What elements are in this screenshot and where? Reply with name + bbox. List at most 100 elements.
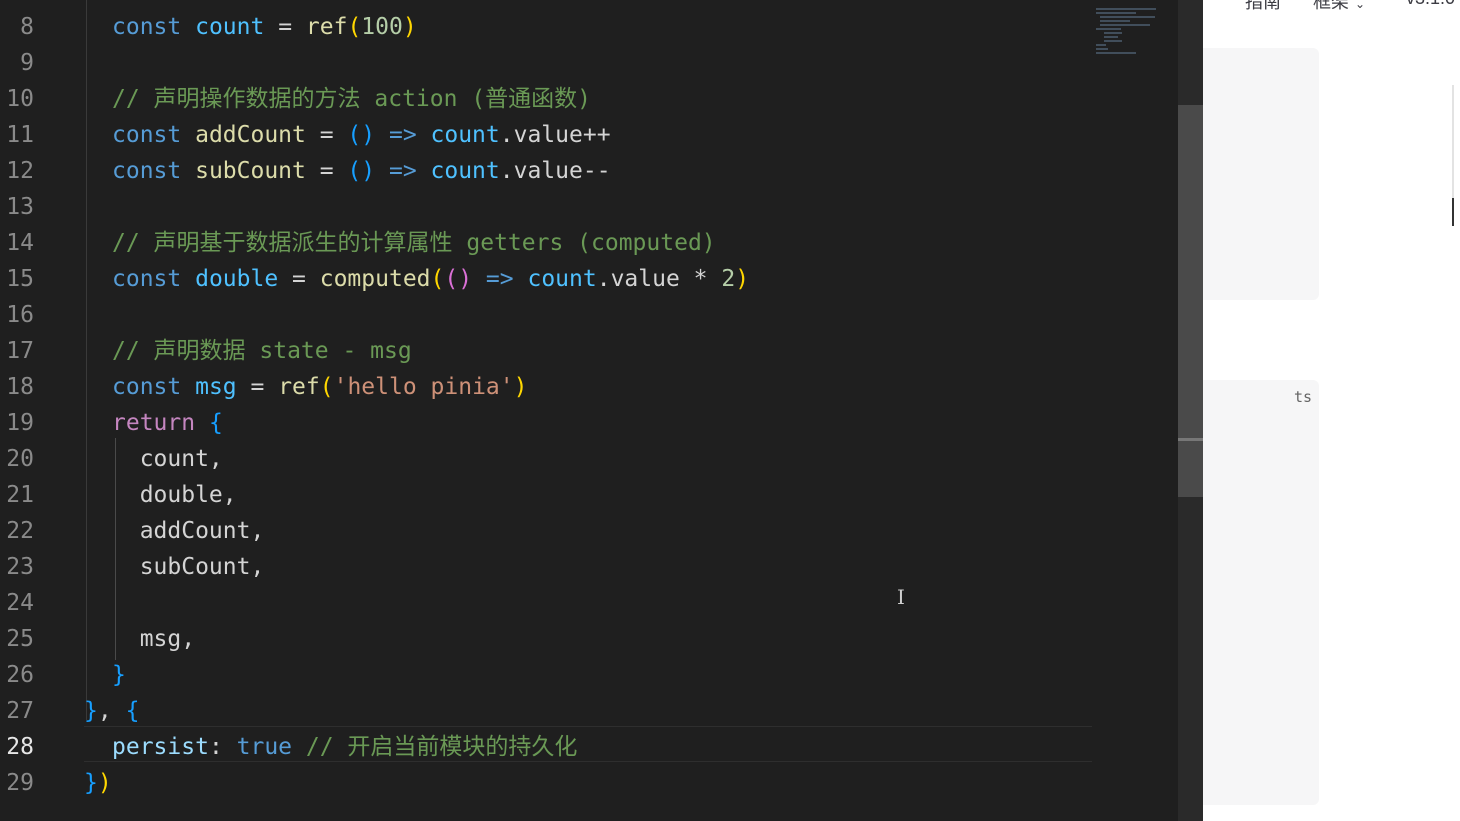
code-token: subCount <box>195 158 306 184</box>
code-line[interactable]: const count = ref(100) <box>112 9 417 45</box>
code-token: // 声明基于数据派生的计算属性 getters (computed) <box>112 230 716 256</box>
code-token: .value++ <box>499 122 611 148</box>
code-token: double, <box>112 482 237 508</box>
code-token: subCount, <box>112 554 265 580</box>
line-number: 27 <box>6 698 34 724</box>
minimap-line <box>1104 40 1122 42</box>
code-token: msg, <box>112 626 196 652</box>
code-token: } <box>112 662 126 688</box>
line-number: 28 <box>6 734 34 760</box>
line-number: 21 <box>6 482 34 508</box>
code-line[interactable]: // 声明操作数据的方法 action (普通函数) <box>112 81 591 117</box>
line-number: 12 <box>6 158 34 184</box>
code-line[interactable]: count, <box>112 441 223 477</box>
nav-framework-menu[interactable]: 框架 ⌄ <box>1313 0 1365 14</box>
code-token: .value * <box>596 266 722 292</box>
code-token: = <box>264 14 306 40</box>
code-token: ) <box>735 266 750 292</box>
code-token: => <box>375 122 431 148</box>
line-number: 22 <box>6 518 34 544</box>
line-number: 29 <box>6 770 34 796</box>
minimap-line <box>1096 8 1156 10</box>
scrollbar-position-marker <box>1178 438 1203 441</box>
code-token: ref <box>278 374 320 400</box>
code-token: const <box>112 14 196 40</box>
minimap-line <box>1100 20 1130 22</box>
code-token: { <box>208 410 223 436</box>
code-token: 2 <box>721 266 736 292</box>
code-token: const <box>112 158 196 184</box>
code-line[interactable]: const double = computed(() => count.valu… <box>112 261 749 297</box>
code-token: ) <box>97 770 112 796</box>
code-token: = <box>305 158 348 184</box>
code-token: => <box>472 266 528 292</box>
chevron-down-icon: ⌄ <box>1355 0 1366 11</box>
minimap-line <box>1100 16 1155 18</box>
line-number: 11 <box>6 122 34 148</box>
code-token: count, <box>112 446 223 472</box>
code-token: count <box>430 122 500 148</box>
code-token: count <box>527 266 597 292</box>
code-line[interactable]: }) <box>84 765 112 801</box>
code-token: true <box>236 734 293 760</box>
line-number: 10 <box>6 86 34 112</box>
code-token: () <box>347 158 376 184</box>
code-token: } <box>84 698 98 724</box>
code-token: const <box>112 122 196 148</box>
minimap-line <box>1096 52 1136 54</box>
code-line[interactable]: const msg = ref('hello pinia') <box>112 369 527 405</box>
code-line[interactable]: addCount, <box>112 513 265 549</box>
code-token: // 开启当前模块的持久化 <box>292 734 578 760</box>
code-line[interactable]: } <box>112 657 126 693</box>
line-number-gutter: 8 9 10 11 12 13 14 15 16 17 18 19 20 21 22 23 24 25 26 27 28… <box>0 0 70 821</box>
code-line[interactable]: return { <box>112 405 223 441</box>
code-area[interactable]: const count = ref(100) // 声明操作数据的方法 actio… <box>84 0 1094 821</box>
code-token: = <box>305 122 348 148</box>
code-token: computed <box>319 266 431 292</box>
code-token: addCount <box>195 122 306 148</box>
minimap-line <box>1096 12 1136 14</box>
code-line[interactable]: }, { <box>84 693 139 729</box>
code-line[interactable]: persist: true // 开启当前模块的持久化 <box>112 729 577 765</box>
code-line[interactable]: const addCount = () => count.value++ <box>112 117 611 153</box>
line-number: 8 <box>20 14 34 40</box>
line-number: 23 <box>6 554 34 580</box>
line-number: 20 <box>6 446 34 472</box>
code-editor[interactable]: 8 9 10 11 12 13 14 15 16 17 18 19 20 21 22 23 24 25 26 27 28… <box>0 0 1203 821</box>
code-token: ref <box>305 14 348 40</box>
code-token: persist <box>112 734 209 760</box>
nav-version-menu[interactable]: v3.1.0 <box>1406 0 1455 9</box>
code-line[interactable]: // 声明数据 state - msg <box>112 333 412 369</box>
minimap-line <box>1100 24 1150 26</box>
code-token: count <box>195 14 265 40</box>
code-token: const <box>112 374 196 400</box>
line-number: 14 <box>6 230 34 256</box>
code-token: ( <box>319 374 334 400</box>
code-token: count <box>430 158 500 184</box>
line-number: 16 <box>6 302 34 328</box>
code-line[interactable]: const subCount = () => count.value-- <box>112 153 611 189</box>
minimap-line <box>1096 44 1106 46</box>
code-token: // 声明操作数据的方法 action (普通函数) <box>112 86 592 112</box>
code-line[interactable]: double, <box>112 477 237 513</box>
minimap-line <box>1104 36 1118 38</box>
code-token: ( <box>430 266 445 292</box>
code-token: return <box>112 410 209 436</box>
line-number: 24 <box>6 590 34 616</box>
browser-docs-panel: 指南 框架⌄ v3.1.0 <box>1203 0 1460 821</box>
content-card <box>1203 48 1319 300</box>
nav-guide-link[interactable]: 指南 <box>1245 0 1281 14</box>
code-line[interactable]: subCount, <box>112 549 265 585</box>
code-token: ( <box>347 14 362 40</box>
code-token: msg <box>195 374 237 400</box>
code-token: = <box>278 266 320 292</box>
code-line[interactable]: // 声明基于数据派生的计算属性 getters (computed) <box>112 225 716 261</box>
code-token: () <box>444 266 473 292</box>
code-token: => <box>375 158 431 184</box>
code-token: addCount, <box>112 518 265 544</box>
line-number: 26 <box>6 662 34 688</box>
line-number: 25 <box>6 626 34 652</box>
code-line[interactable]: msg, <box>112 621 195 657</box>
divider <box>1452 198 1454 226</box>
minimap[interactable] <box>1096 0 1176 70</box>
